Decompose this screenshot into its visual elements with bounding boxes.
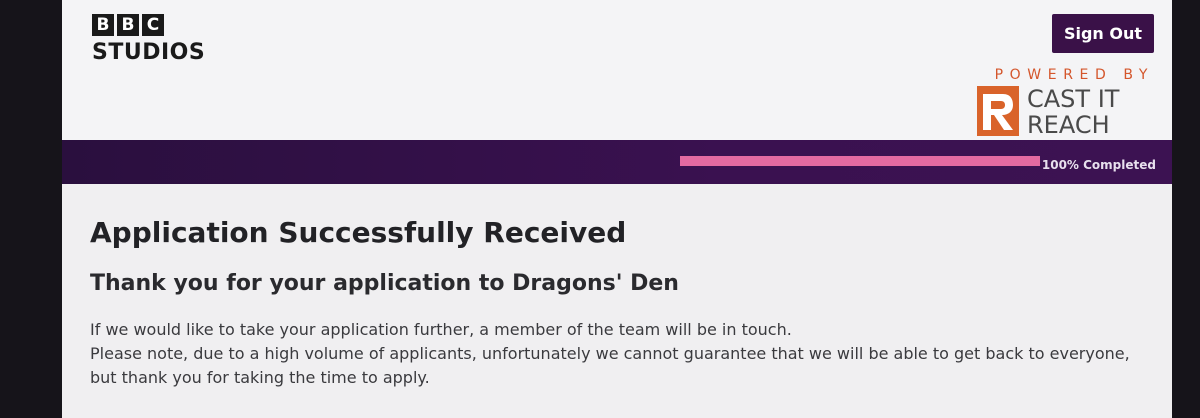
main-content: Application Successfully Received Thank … — [90, 200, 1148, 390]
bbc-studios-logo[interactable]: B B C STUDIOS — [92, 14, 205, 65]
reach-text: REACH — [1027, 111, 1110, 139]
header: B B C STUDIOS Sign Out POWERED BY CAST I… — [62, 0, 1172, 140]
page-subtitle: Thank you for your application to Dragon… — [90, 271, 679, 296]
bbc-block-b2: B — [117, 14, 139, 36]
paragraph-note: Please note, due to a high volume of app… — [90, 344, 1130, 387]
bbc-block-c: C — [142, 14, 164, 36]
progress-section: 100% Completed — [62, 140, 1172, 184]
cast-it-text: CAST IT — [1027, 85, 1120, 113]
sign-out-button[interactable]: Sign Out — [1051, 14, 1154, 53]
progress-bar-fill — [680, 156, 1040, 166]
bbc-blocks: B B C — [92, 14, 205, 36]
cast-it-reach-r-icon — [977, 86, 1019, 136]
page-title: Application Successfully Received — [90, 216, 627, 249]
cast-it-reach-logo: CAST IT REACH — [977, 86, 1157, 140]
progress-label: 100% Completed — [1041, 158, 1156, 172]
powered-by-label: POWERED BY — [994, 67, 1154, 83]
cast-it-reach-text: CAST IT REACH — [1027, 86, 1119, 138]
page: B B C STUDIOS Sign Out POWERED BY CAST I… — [62, 0, 1172, 418]
body-text: If we would like to take your applicatio… — [90, 318, 1148, 390]
bbc-block-b1: B — [92, 14, 114, 36]
bbc-studios-text: STUDIOS — [92, 40, 206, 65]
progress-bar — [680, 156, 1040, 166]
paragraph-follow-up: If we would like to take your applicatio… — [90, 320, 792, 339]
